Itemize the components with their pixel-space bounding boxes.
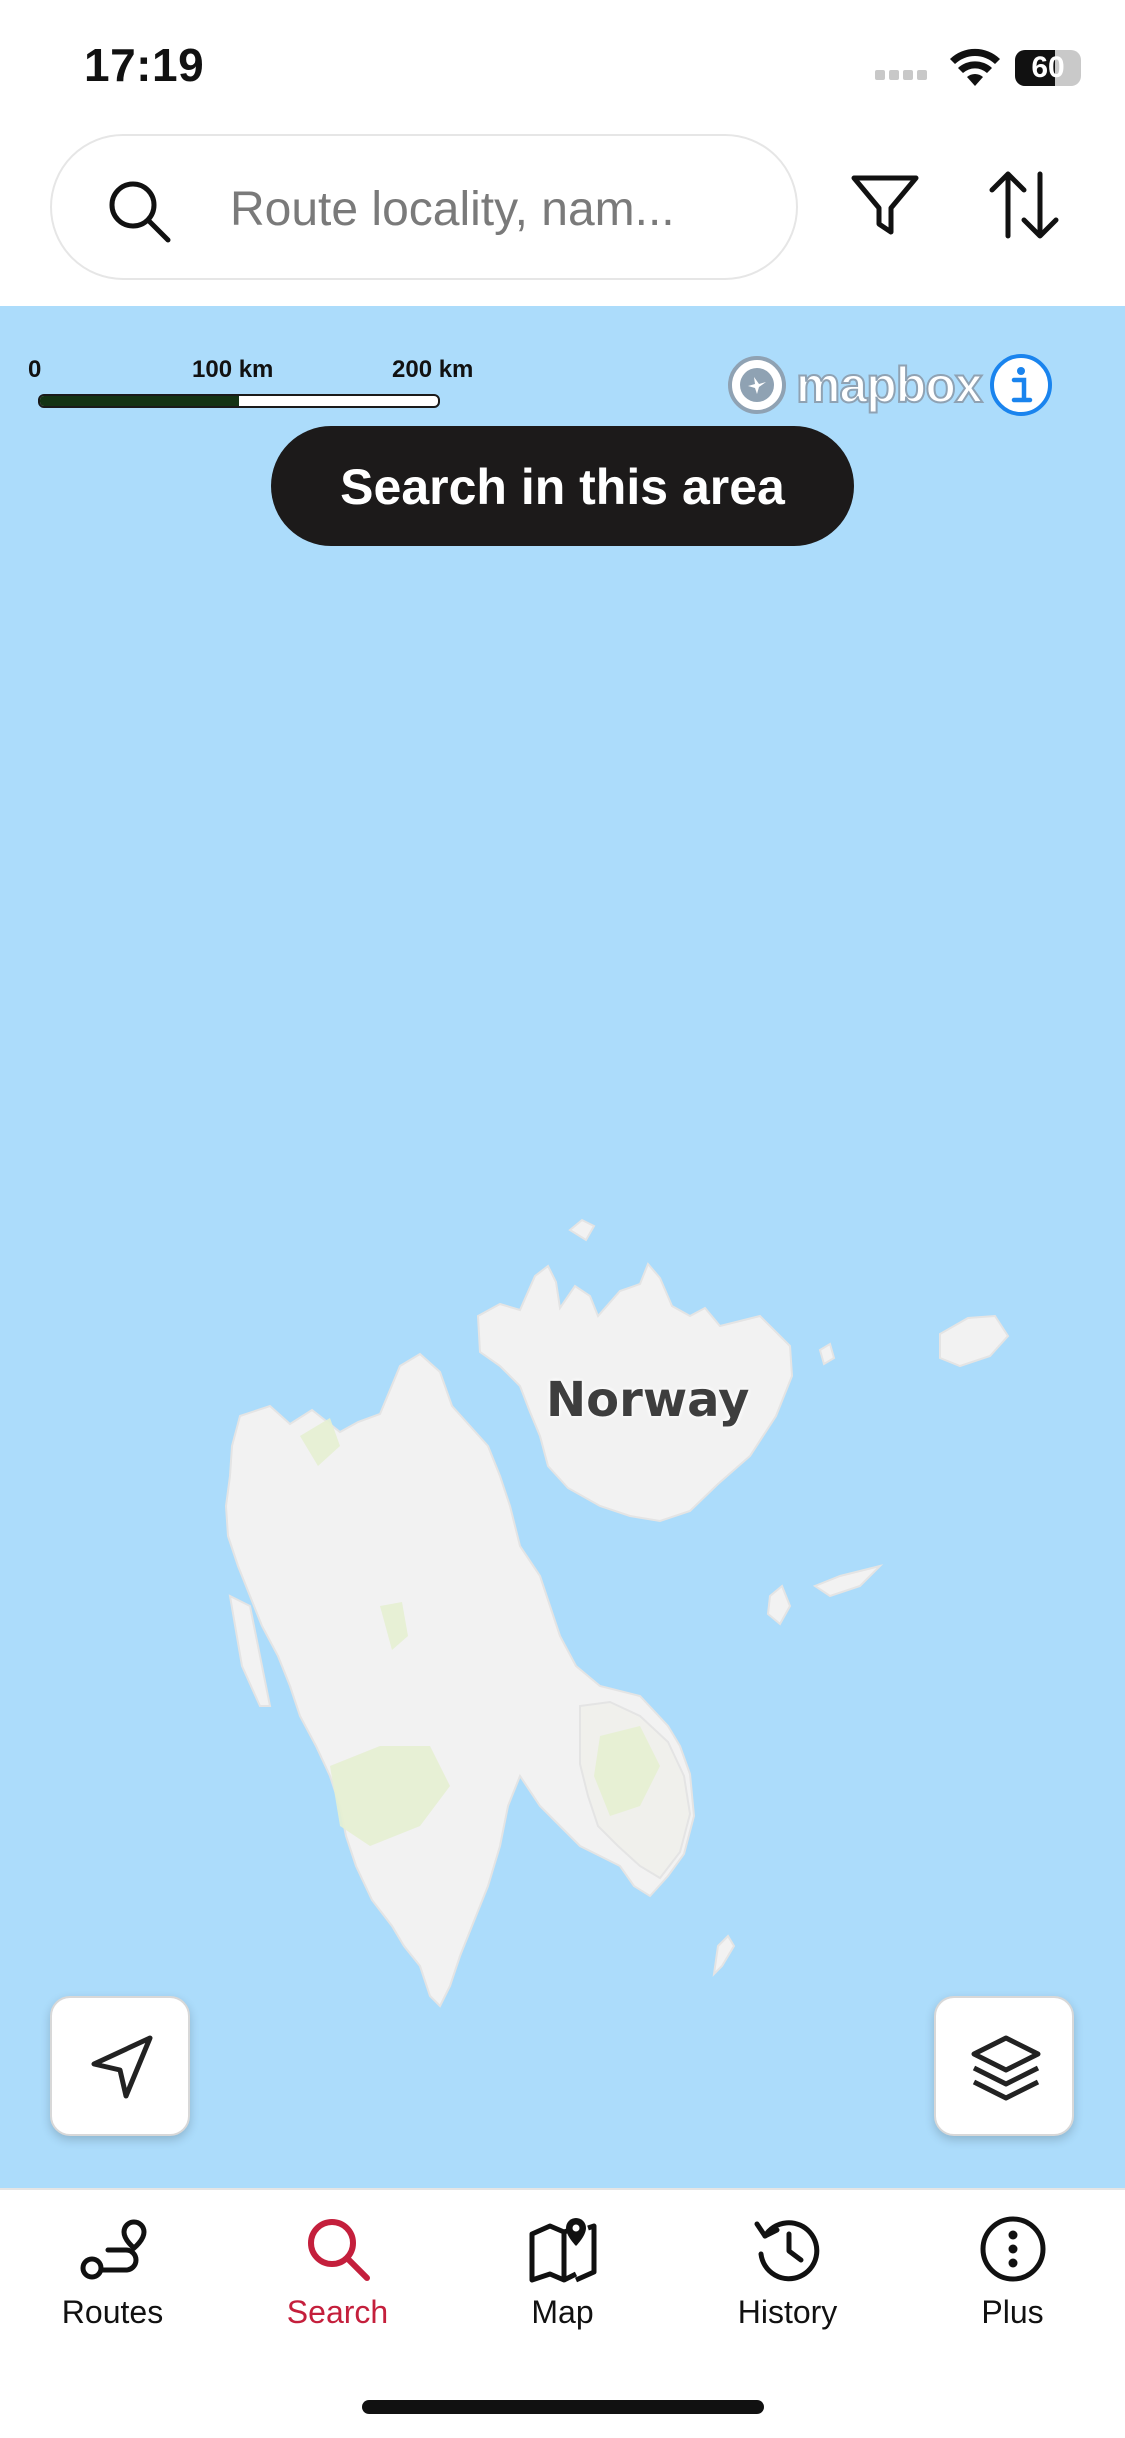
location-arrow-icon: [91, 2035, 153, 2099]
tab-routes[interactable]: Routes: [0, 2190, 225, 2350]
status-time: 17:19: [84, 39, 205, 91]
mapbox-logo[interactable]: mapbox: [726, 352, 984, 418]
tab-routes-label: Routes: [61, 2294, 164, 2330]
tab-search[interactable]: Search: [225, 2190, 450, 2350]
info-icon[interactable]: [988, 352, 1054, 418]
search-icon: [109, 181, 171, 243]
battery-icon: 60: [1015, 50, 1081, 86]
tab-map-label: Map: [531, 2294, 594, 2330]
status-indicators: 60: [865, 48, 1085, 88]
search-header: [0, 130, 1125, 306]
country-label: Norway: [546, 1372, 750, 1428]
wifi-icon: [950, 48, 1000, 86]
bottom-tab-bar: Routes Search Map History Plus: [0, 2188, 1125, 2438]
status-bar: 17:19 60: [0, 0, 1125, 130]
history-icon: [754, 2220, 820, 2282]
map-layers-button[interactable]: [934, 1996, 1074, 2136]
mapbox-mark-icon: [728, 356, 786, 414]
locate-me-button[interactable]: [50, 1996, 190, 2136]
scale-label-start: 0: [28, 356, 42, 383]
scale-label-end: 200 km: [392, 356, 474, 383]
tab-plus[interactable]: Plus: [900, 2190, 1125, 2350]
map-land: [224, 1218, 1010, 2008]
search-icon: [308, 2219, 370, 2281]
tab-history-label: History: [737, 2294, 838, 2330]
tab-history[interactable]: History: [675, 2190, 900, 2350]
map-scale: 0 100 km 200 km: [28, 356, 498, 416]
home-indicator: [362, 2400, 764, 2414]
search-bar[interactable]: [50, 134, 798, 280]
route-icon: [80, 2219, 147, 2280]
layers-icon: [971, 2035, 1041, 2101]
map-icon: [529, 2218, 597, 2283]
more-icon: [980, 2216, 1046, 2282]
search-input[interactable]: [228, 166, 772, 252]
scale-bar: [38, 394, 440, 408]
battery-level: 60: [1031, 51, 1065, 84]
tab-search-label: Search: [286, 2294, 389, 2330]
mapbox-wordmark: mapbox: [795, 356, 984, 414]
cellular-signal-icon: [875, 70, 931, 80]
filter-icon[interactable]: [848, 168, 922, 242]
tab-map[interactable]: Map: [450, 2190, 675, 2350]
scale-label-mid: 100 km: [192, 356, 274, 383]
search-in-area-button[interactable]: Search in this area: [271, 426, 854, 546]
tab-plus-label: Plus: [981, 2294, 1044, 2330]
sort-icon[interactable]: [986, 166, 1062, 244]
map-view[interactable]: 0 100 km 200 km mapbox Search in this ar…: [0, 306, 1125, 2188]
